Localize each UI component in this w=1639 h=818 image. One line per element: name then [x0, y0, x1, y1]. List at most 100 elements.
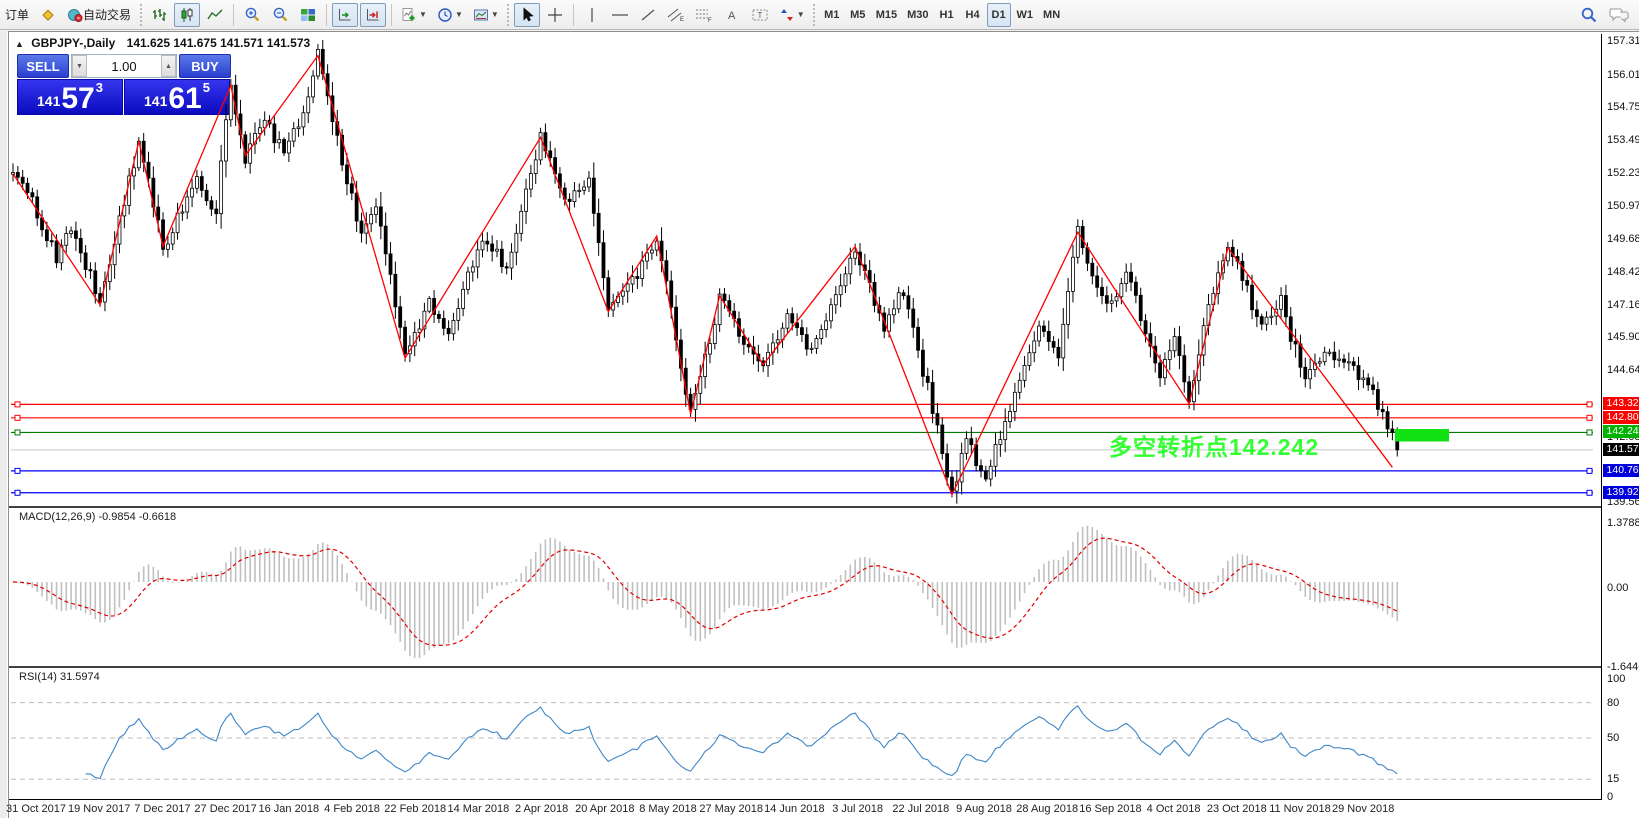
equidistant-channel-button[interactable]: E — [663, 3, 689, 27]
date-label: 3 Jul 2018 — [832, 803, 883, 815]
chart-window[interactable]: ▲ GBPJPY-,Daily 141.625 141.675 141.571 … — [8, 31, 1639, 818]
chart-shift-button[interactable] — [360, 3, 386, 27]
rsi-axis-tick: 80 — [1607, 697, 1619, 709]
indicators-button[interactable]: ▼ — [397, 3, 431, 27]
templates-button[interactable]: ▼ — [469, 3, 503, 27]
search-button[interactable] — [1576, 3, 1602, 27]
svg-text:E: E — [680, 17, 684, 23]
text-icon: A — [725, 7, 739, 23]
timeframe-m15-button[interactable]: M15 — [872, 3, 901, 27]
timeframe-m1-button[interactable]: M1 — [820, 3, 844, 27]
toolbar-separator — [233, 4, 234, 26]
crosshair-button[interactable] — [542, 3, 568, 27]
timeframe-h1-button[interactable]: H1 — [935, 3, 959, 27]
equidistant-channel-icon: E — [667, 7, 685, 23]
price-line-badge: 139.920 — [1603, 486, 1639, 499]
chart-shift-icon — [365, 7, 381, 23]
tile-windows-button[interactable] — [295, 3, 321, 27]
date-label: 22 Jul 2018 — [892, 803, 949, 815]
new-order-label: 订单 — [5, 6, 29, 23]
cursor-button[interactable] — [514, 3, 540, 27]
dropdown-caret: ▼ — [455, 10, 463, 19]
toolbar-separator — [391, 4, 392, 26]
timeframe-label: M30 — [907, 9, 928, 21]
green-highlight-box — [1395, 429, 1449, 442]
zoom-out-button[interactable] — [267, 3, 293, 27]
date-label: 7 Dec 2017 — [134, 803, 190, 815]
zoom-in-icon — [244, 6, 261, 23]
cursor-icon — [519, 7, 535, 23]
timeframe-label: M5 — [850, 9, 865, 21]
main-chart-svg[interactable] — [9, 34, 1601, 506]
price-tick: 156.015 — [1607, 69, 1639, 81]
timeframe-mn-button[interactable]: MN — [1039, 3, 1064, 27]
timeframe-w1-button[interactable]: W1 — [1013, 3, 1038, 27]
rsi-axis-tick: 15 — [1607, 773, 1619, 785]
price-tick: 148.420 — [1607, 266, 1639, 278]
clock-icon — [437, 7, 453, 23]
vertical-line-button[interactable] — [579, 3, 605, 27]
rsi-axis-tick: 100 — [1607, 673, 1625, 685]
date-label: 4 Feb 2018 — [324, 803, 380, 815]
timeframe-m30-button[interactable]: M30 — [903, 3, 932, 27]
svg-text:A: A — [728, 10, 736, 22]
trendline-button[interactable] — [635, 3, 661, 27]
price-axis-line — [1601, 34, 1602, 800]
chat-icon — [1608, 6, 1630, 24]
fibonacci-button[interactable]: F — [691, 3, 717, 27]
date-label: 22 Feb 2018 — [384, 803, 446, 815]
yellow-diamond-icon — [40, 7, 56, 23]
window-frame — [0, 31, 8, 818]
line-chart-button[interactable] — [202, 3, 228, 27]
date-label: 16 Jan 2018 — [259, 803, 320, 815]
date-label: 31 Oct 2017 — [6, 803, 66, 815]
price-tick: 150.975 — [1607, 200, 1639, 212]
toolbar-grip[interactable] — [812, 4, 817, 26]
price-tick: 152.235 — [1607, 167, 1639, 179]
zoom-in-button[interactable] — [239, 3, 265, 27]
rsi-axis-tick: 50 — [1607, 732, 1619, 744]
dropdown-caret: ▼ — [797, 10, 805, 19]
favorites-button[interactable] — [35, 3, 61, 27]
autotrading-label: 自动交易 — [83, 6, 131, 23]
trendline-icon — [640, 7, 656, 23]
autotrading-button[interactable]: 自动交易 — [63, 3, 135, 27]
candlestick-chart-button[interactable] — [174, 3, 200, 27]
date-label: 19 Nov 2017 — [68, 803, 130, 815]
new-order-button[interactable]: 订单 — [1, 3, 33, 27]
arrows-button[interactable]: ▼ — [775, 3, 809, 27]
price-line-badge: 141.573 — [1603, 443, 1639, 456]
bar-chart-button[interactable] — [146, 3, 172, 27]
price-tick: 157.310 — [1607, 35, 1639, 47]
timeframe-d1-button[interactable]: D1 — [987, 3, 1011, 27]
price-tick: 144.640 — [1607, 364, 1639, 376]
dropdown-caret: ▼ — [491, 10, 499, 19]
auto-scroll-button[interactable] — [332, 3, 358, 27]
rsi-pane-svg[interactable] — [9, 668, 1601, 799]
toolbar-grip[interactable] — [506, 4, 511, 26]
toolbar-grip[interactable] — [138, 4, 143, 26]
text-button[interactable]: A — [719, 3, 745, 27]
tile-windows-icon — [300, 7, 316, 23]
date-label: 4 Oct 2018 — [1147, 803, 1201, 815]
text-label-button[interactable]: T — [747, 3, 773, 27]
timeframe-label: D1 — [992, 9, 1006, 21]
pivot-annotation-text: 多空转折点142.242 — [1109, 428, 1319, 462]
text-label-icon: T — [751, 7, 769, 23]
template-icon — [473, 7, 489, 23]
timeframe-label: W1 — [1017, 9, 1034, 21]
horizontal-line-button[interactable] — [607, 3, 633, 27]
bar-chart-icon — [151, 7, 167, 23]
macd-pane-svg[interactable] — [9, 508, 1601, 666]
chat-button[interactable] — [1604, 3, 1634, 27]
indicators-icon — [401, 7, 417, 23]
timeframe-m5-button[interactable]: M5 — [846, 3, 870, 27]
timeframe-h4-button[interactable]: H4 — [961, 3, 985, 27]
date-label: 11 Nov 2018 — [1269, 803, 1331, 815]
price-tick: 153.495 — [1607, 134, 1639, 146]
periods-button[interactable]: ▼ — [433, 3, 467, 27]
price-line-badge: 140.763 — [1603, 464, 1639, 477]
pane-separator — [9, 799, 1602, 800]
timeframe-label: H1 — [940, 9, 954, 21]
date-label: 2 Apr 2018 — [515, 803, 568, 815]
